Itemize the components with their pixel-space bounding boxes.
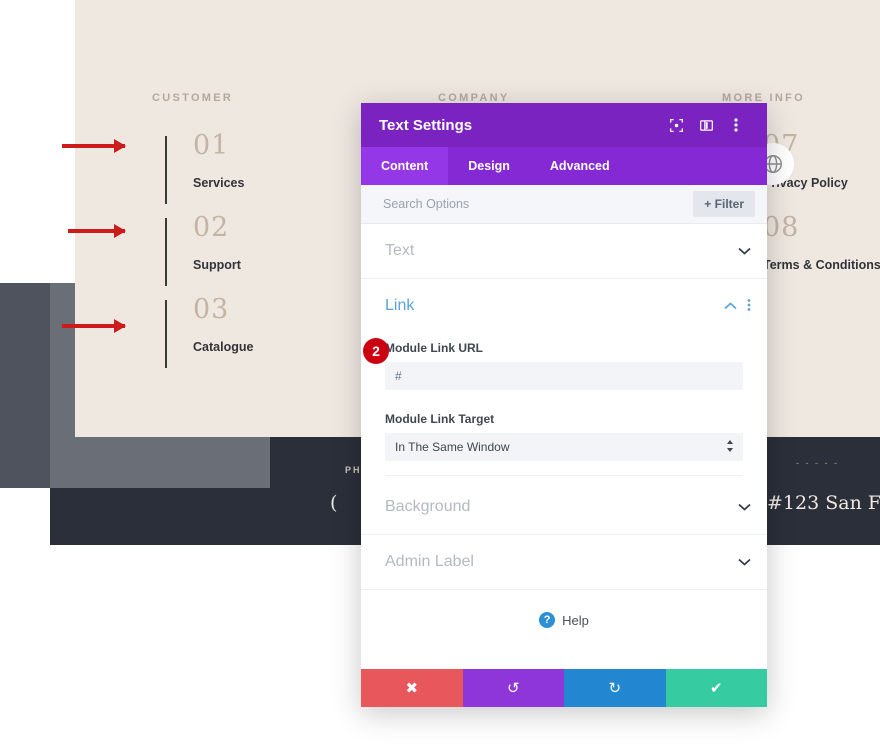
check-icon: ✔ — [709, 680, 723, 697]
item-number: 03 — [193, 294, 230, 325]
section-options-icon[interactable] — [747, 298, 751, 315]
select-value: In The Same Window — [395, 440, 510, 454]
undo-button[interactable]: ↺ — [462, 669, 564, 707]
redo-button[interactable]: ↻ — [564, 669, 666, 707]
close-icon: ✖ — [405, 680, 419, 697]
tab-content[interactable]: Content — [361, 147, 449, 185]
module-link-url-field: Module Link URL # — [361, 333, 767, 394]
redo-icon: ↻ — [608, 680, 622, 697]
help-label: Help — [562, 612, 589, 628]
section-title: Admin Label — [385, 553, 474, 570]
question-mark-icon: ? — [539, 612, 556, 628]
footer-address-label: - - - - - — [796, 458, 839, 468]
plus-icon: + — [704, 197, 712, 211]
column-heading-customer: CUSTOMER — [152, 92, 234, 104]
module-link-target-select[interactable]: In The Same Window — [385, 433, 743, 461]
section-title: Background — [385, 498, 471, 515]
section-background[interactable]: Background — [361, 480, 767, 535]
tab-design[interactable]: Design — [448, 147, 530, 185]
filter-button[interactable]: + Filter — [693, 191, 755, 217]
section-admin-label[interactable]: Admin Label — [361, 535, 767, 590]
text-settings-modal: Text Settings Content Design Advanced Se… — [361, 103, 767, 707]
cancel-button[interactable]: ✖ — [361, 669, 463, 707]
more-options-icon[interactable] — [723, 112, 749, 138]
annotation-arrow — [62, 139, 126, 153]
item-label: Terms & Conditions — [763, 258, 880, 272]
screenshot-root: CUSTOMER COMPANY MORE INFO 01 Services 0… — [0, 0, 880, 746]
modal-tabs: Content Design Advanced — [361, 147, 767, 185]
item-number: 01 — [193, 130, 230, 161]
split-view-icon[interactable] — [693, 112, 719, 138]
search-options-bar: Search Options + Filter — [361, 185, 767, 224]
item-divider — [165, 136, 167, 204]
undo-icon: ↺ — [506, 680, 520, 697]
annotation-arrow — [68, 224, 126, 238]
tab-advanced[interactable]: Advanced — [530, 147, 630, 185]
chevron-up-icon — [724, 299, 737, 313]
footer-address-value: #123 San Fran — [767, 492, 880, 514]
chevron-down-icon — [738, 555, 751, 569]
item-label: Services — [193, 176, 245, 190]
modal-body: Text Link Module Link URL # Module Link … — [361, 224, 767, 669]
fullscreen-icon[interactable] — [663, 112, 689, 138]
filter-label: Filter — [714, 197, 744, 211]
module-link-url-input[interactable]: # — [385, 362, 743, 390]
chevron-down-icon — [738, 500, 751, 514]
section-title: Link — [385, 297, 415, 314]
save-button[interactable]: ✔ — [665, 669, 767, 707]
footer-gray-strip — [50, 437, 270, 488]
section-title: Text — [385, 242, 415, 259]
item-label: Support — [193, 258, 241, 272]
section-divider — [385, 475, 743, 476]
section-link[interactable]: Link — [361, 279, 767, 333]
module-link-target-field: Module Link Target In The Same Window — [361, 394, 767, 480]
field-label: Module Link URL — [385, 341, 483, 355]
modal-title: Text Settings — [379, 116, 473, 134]
section-text[interactable]: Text — [361, 224, 767, 279]
item-label: Catalogue — [193, 340, 254, 354]
item-number: 08 — [763, 212, 800, 243]
modal-header: Text Settings — [361, 103, 767, 147]
help-link[interactable]: ? Help — [361, 590, 767, 650]
footer-phone-value: ( — [330, 492, 338, 514]
search-input[interactable]: Search Options — [383, 197, 693, 211]
item-number: 02 — [193, 212, 230, 243]
modal-footer: ✖ ↺ ↻ ✔ — [361, 669, 767, 707]
annotation-arrow — [62, 319, 126, 333]
field-label: Module Link Target — [385, 412, 495, 426]
footer-phone-label: PH — [345, 465, 362, 475]
item-divider — [165, 218, 167, 286]
spinner-arrows-icon — [726, 439, 734, 455]
step-badge-2: 2 — [363, 338, 389, 364]
chevron-down-icon — [738, 244, 751, 258]
item-divider — [165, 300, 167, 368]
